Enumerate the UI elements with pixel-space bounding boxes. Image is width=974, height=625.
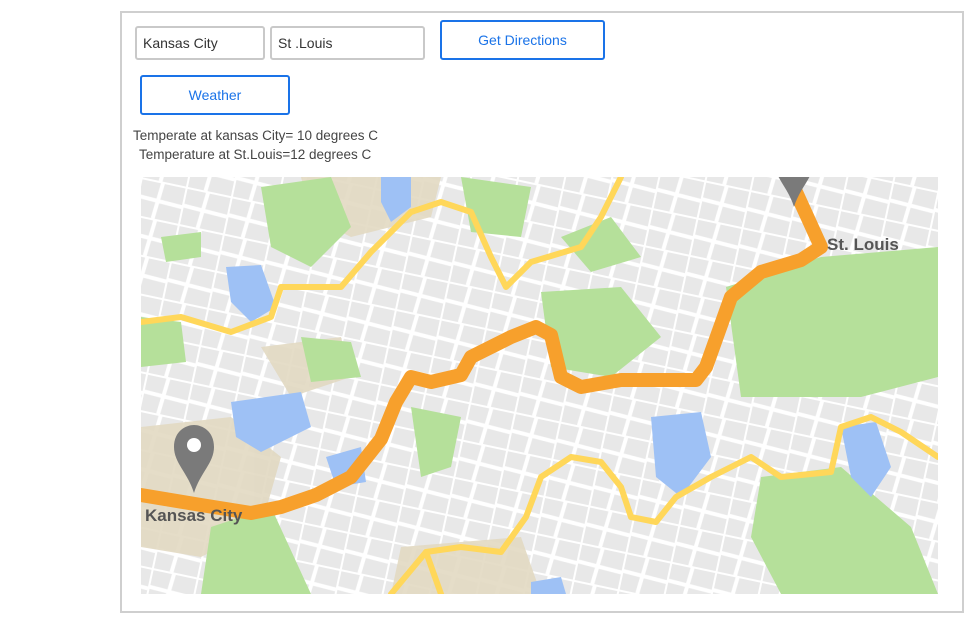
route-map[interactable]: Kansas City St. Louis [141,177,938,594]
destination-input[interactable] [270,26,425,60]
get-directions-button[interactable]: Get Directions [440,20,605,60]
weather-origin-text: Temperate at kansas City= 10 degrees C [133,128,379,143]
weather-destination-text: Temperature at St.Louis=12 degrees C [139,147,372,162]
origin-city-label: Kansas City [145,506,243,525]
origin-input[interactable] [135,26,265,60]
destination-city-label: St. Louis [827,235,899,254]
weather-button[interactable]: Weather [140,75,290,115]
